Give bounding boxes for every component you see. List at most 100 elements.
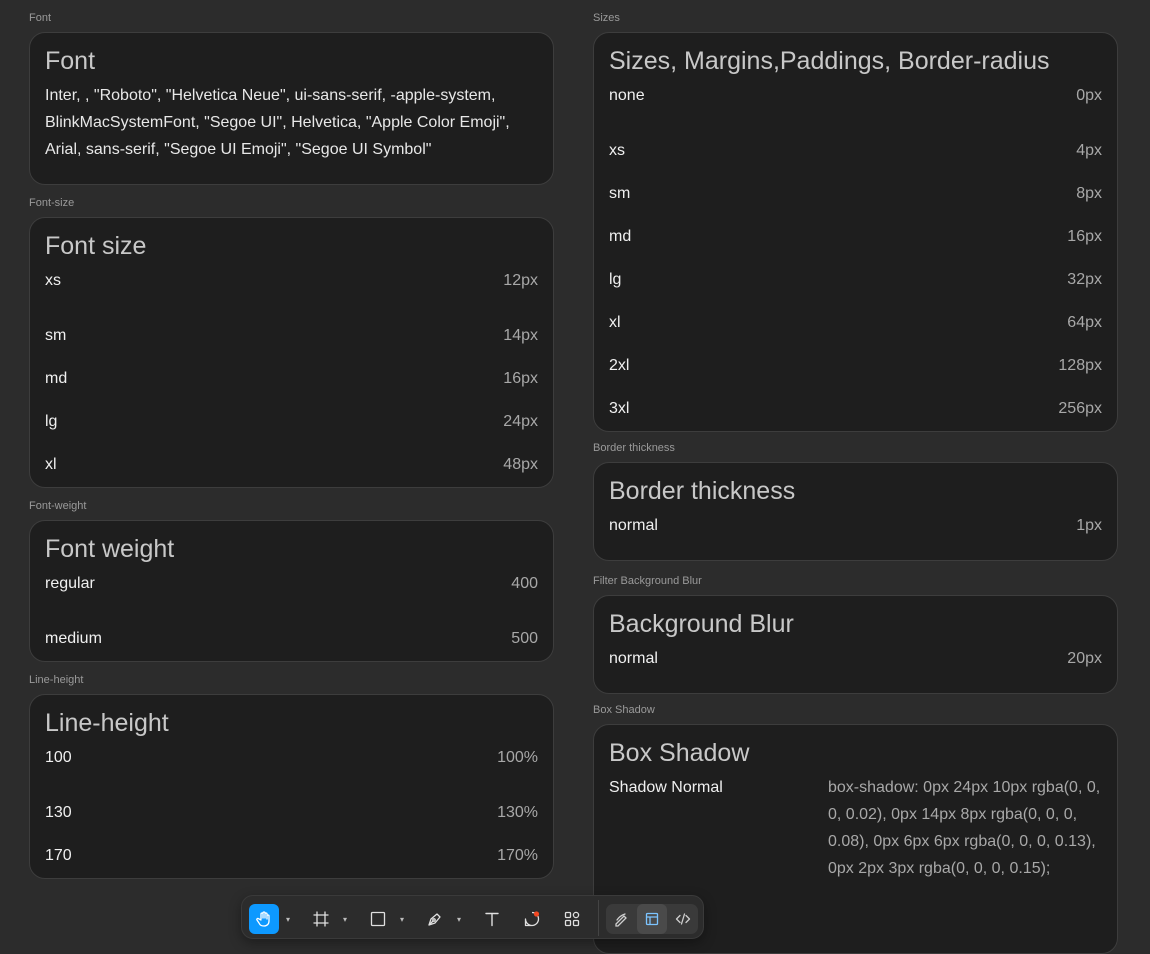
token-value: 24px: [503, 412, 538, 430]
token-value: 400: [511, 575, 538, 592]
frame-label-sizes: Sizes: [593, 12, 620, 24]
token-key: none: [609, 87, 645, 104]
frame-tool-button[interactable]: [306, 904, 336, 934]
mode-switcher: [606, 904, 698, 934]
token-value: 0px: [1076, 87, 1102, 104]
token-key: normal: [609, 650, 658, 667]
rectangle-tool-button[interactable]: [363, 904, 393, 934]
token-value: 32px: [1067, 270, 1102, 288]
token-value: 12px: [503, 272, 538, 289]
token-key: normal: [609, 517, 658, 534]
token-value: 16px: [1067, 227, 1102, 245]
comment-tool-button[interactable]: [517, 904, 547, 934]
token-value: 500: [511, 629, 538, 647]
token-value: 256px: [1058, 399, 1102, 417]
chevron-down-icon[interactable]: ▾: [397, 904, 407, 934]
token-row: normal 1px: [609, 516, 1102, 536]
token-value: 130%: [497, 803, 538, 821]
token-key: md: [609, 227, 632, 245]
rectangle-icon: [369, 910, 387, 928]
token-value: 8px: [1076, 184, 1102, 202]
toolbar-divider: [598, 900, 599, 936]
card-title: Font size: [45, 232, 147, 260]
hand-tool-button[interactable]: [249, 904, 279, 934]
pen-tool-button[interactable]: [420, 904, 450, 934]
frame-label-font-weight: Font-weight: [29, 500, 87, 512]
comment-icon: [523, 910, 541, 928]
token-value: 100%: [497, 749, 538, 766]
card-title: Background Blur: [609, 610, 794, 638]
frame-icon: [312, 910, 330, 928]
card-title: Font: [45, 47, 96, 75]
token-key: 3xl: [609, 399, 630, 417]
background-blur-card: Background Blur normal 20px: [593, 595, 1118, 694]
token-row: 170 170%: [45, 834, 538, 877]
token-row: sm 14px: [45, 314, 538, 357]
token-value: 128px: [1058, 356, 1102, 374]
token-value: 170%: [497, 846, 538, 864]
token-key: xl: [45, 455, 57, 473]
sizes-card: Sizes, Margins,Paddings, Border-radius n…: [593, 32, 1118, 432]
text-tool-button[interactable]: [477, 904, 507, 934]
card-title: Sizes, Margins,Paddings, Border-radius: [609, 47, 1050, 75]
token-row: 3xl 256px: [609, 387, 1102, 430]
design-mode-button[interactable]: [637, 904, 667, 934]
token-key: Shadow Normal: [609, 779, 723, 796]
hand-icon: [255, 910, 273, 928]
token-row: 100 100%: [45, 748, 538, 768]
token-value: 64px: [1067, 313, 1102, 331]
frame-label-box-shadow: Box Shadow: [593, 704, 655, 716]
chevron-down-icon[interactable]: ▾: [283, 904, 293, 934]
token-row: sm 8px: [609, 172, 1102, 215]
token-value: 48px: [503, 455, 538, 473]
text-icon: [483, 910, 501, 928]
token-row: none 0px: [609, 86, 1102, 106]
card-title: Font weight: [45, 535, 175, 563]
token-key: xs: [45, 272, 61, 289]
token-key: medium: [45, 629, 102, 647]
chevron-down-icon[interactable]: ▾: [454, 904, 464, 934]
font-weight-card: Font weight regular 400 medium 500: [29, 520, 554, 662]
token-key: 170: [45, 846, 72, 864]
token-row: xl 64px: [609, 301, 1102, 344]
frame-label-font-size: Font-size: [29, 197, 75, 209]
token-key: xs: [609, 141, 625, 159]
frame-label-line-height: Line-height: [29, 674, 84, 686]
font-size-card: Font size xs 12px sm 14px md 16px lg 24px xl…: [29, 217, 554, 488]
components-tool-button[interactable]: [557, 904, 587, 934]
token-key: 130: [45, 803, 72, 821]
token-row: 130 130%: [45, 791, 538, 834]
line-height-card: Line-height 100 100% 130 130% 170 170%: [29, 694, 554, 879]
token-key: md: [45, 369, 68, 387]
draw-mode-button[interactable]: [606, 904, 636, 934]
font-card: Font Inter, , "Roboto", "Helvetica Neue"…: [29, 32, 554, 185]
pen-icon: [426, 910, 444, 928]
token-row: medium 500: [45, 617, 538, 660]
token-row: xl 48px: [45, 443, 538, 486]
token-key: lg: [609, 270, 622, 288]
token-value: 14px: [503, 326, 538, 344]
token-key: lg: [45, 412, 58, 430]
token-value: 1px: [1076, 517, 1102, 534]
token-key: 100: [45, 749, 72, 766]
token-key: xl: [609, 313, 621, 331]
token-value: 4px: [1076, 141, 1102, 159]
token-value: 20px: [1067, 650, 1102, 667]
token-row: md 16px: [45, 357, 538, 400]
token-key: 2xl: [609, 356, 630, 374]
dev-mode-button[interactable]: [668, 904, 698, 934]
bottom-toolbar: ▾ ▾ ▾ ▾: [241, 895, 704, 939]
dev-mode-icon: [675, 911, 691, 927]
token-row: md 16px: [609, 215, 1102, 258]
card-title: Box Shadow: [609, 739, 750, 767]
token-row: lg 24px: [45, 400, 538, 443]
chevron-down-icon[interactable]: ▾: [340, 904, 350, 934]
frame-label-font: Font: [29, 12, 52, 24]
token-row: xs 12px: [45, 271, 538, 291]
border-thickness-card: Border thickness normal 1px: [593, 462, 1118, 561]
token-value: 16px: [503, 369, 538, 387]
draw-mode-icon: [613, 911, 629, 927]
token-key: regular: [45, 575, 95, 592]
token-key: sm: [609, 184, 631, 202]
token-value: box-shadow: 0px 24px 10px rgba(0, 0, 0, …: [828, 779, 1101, 877]
